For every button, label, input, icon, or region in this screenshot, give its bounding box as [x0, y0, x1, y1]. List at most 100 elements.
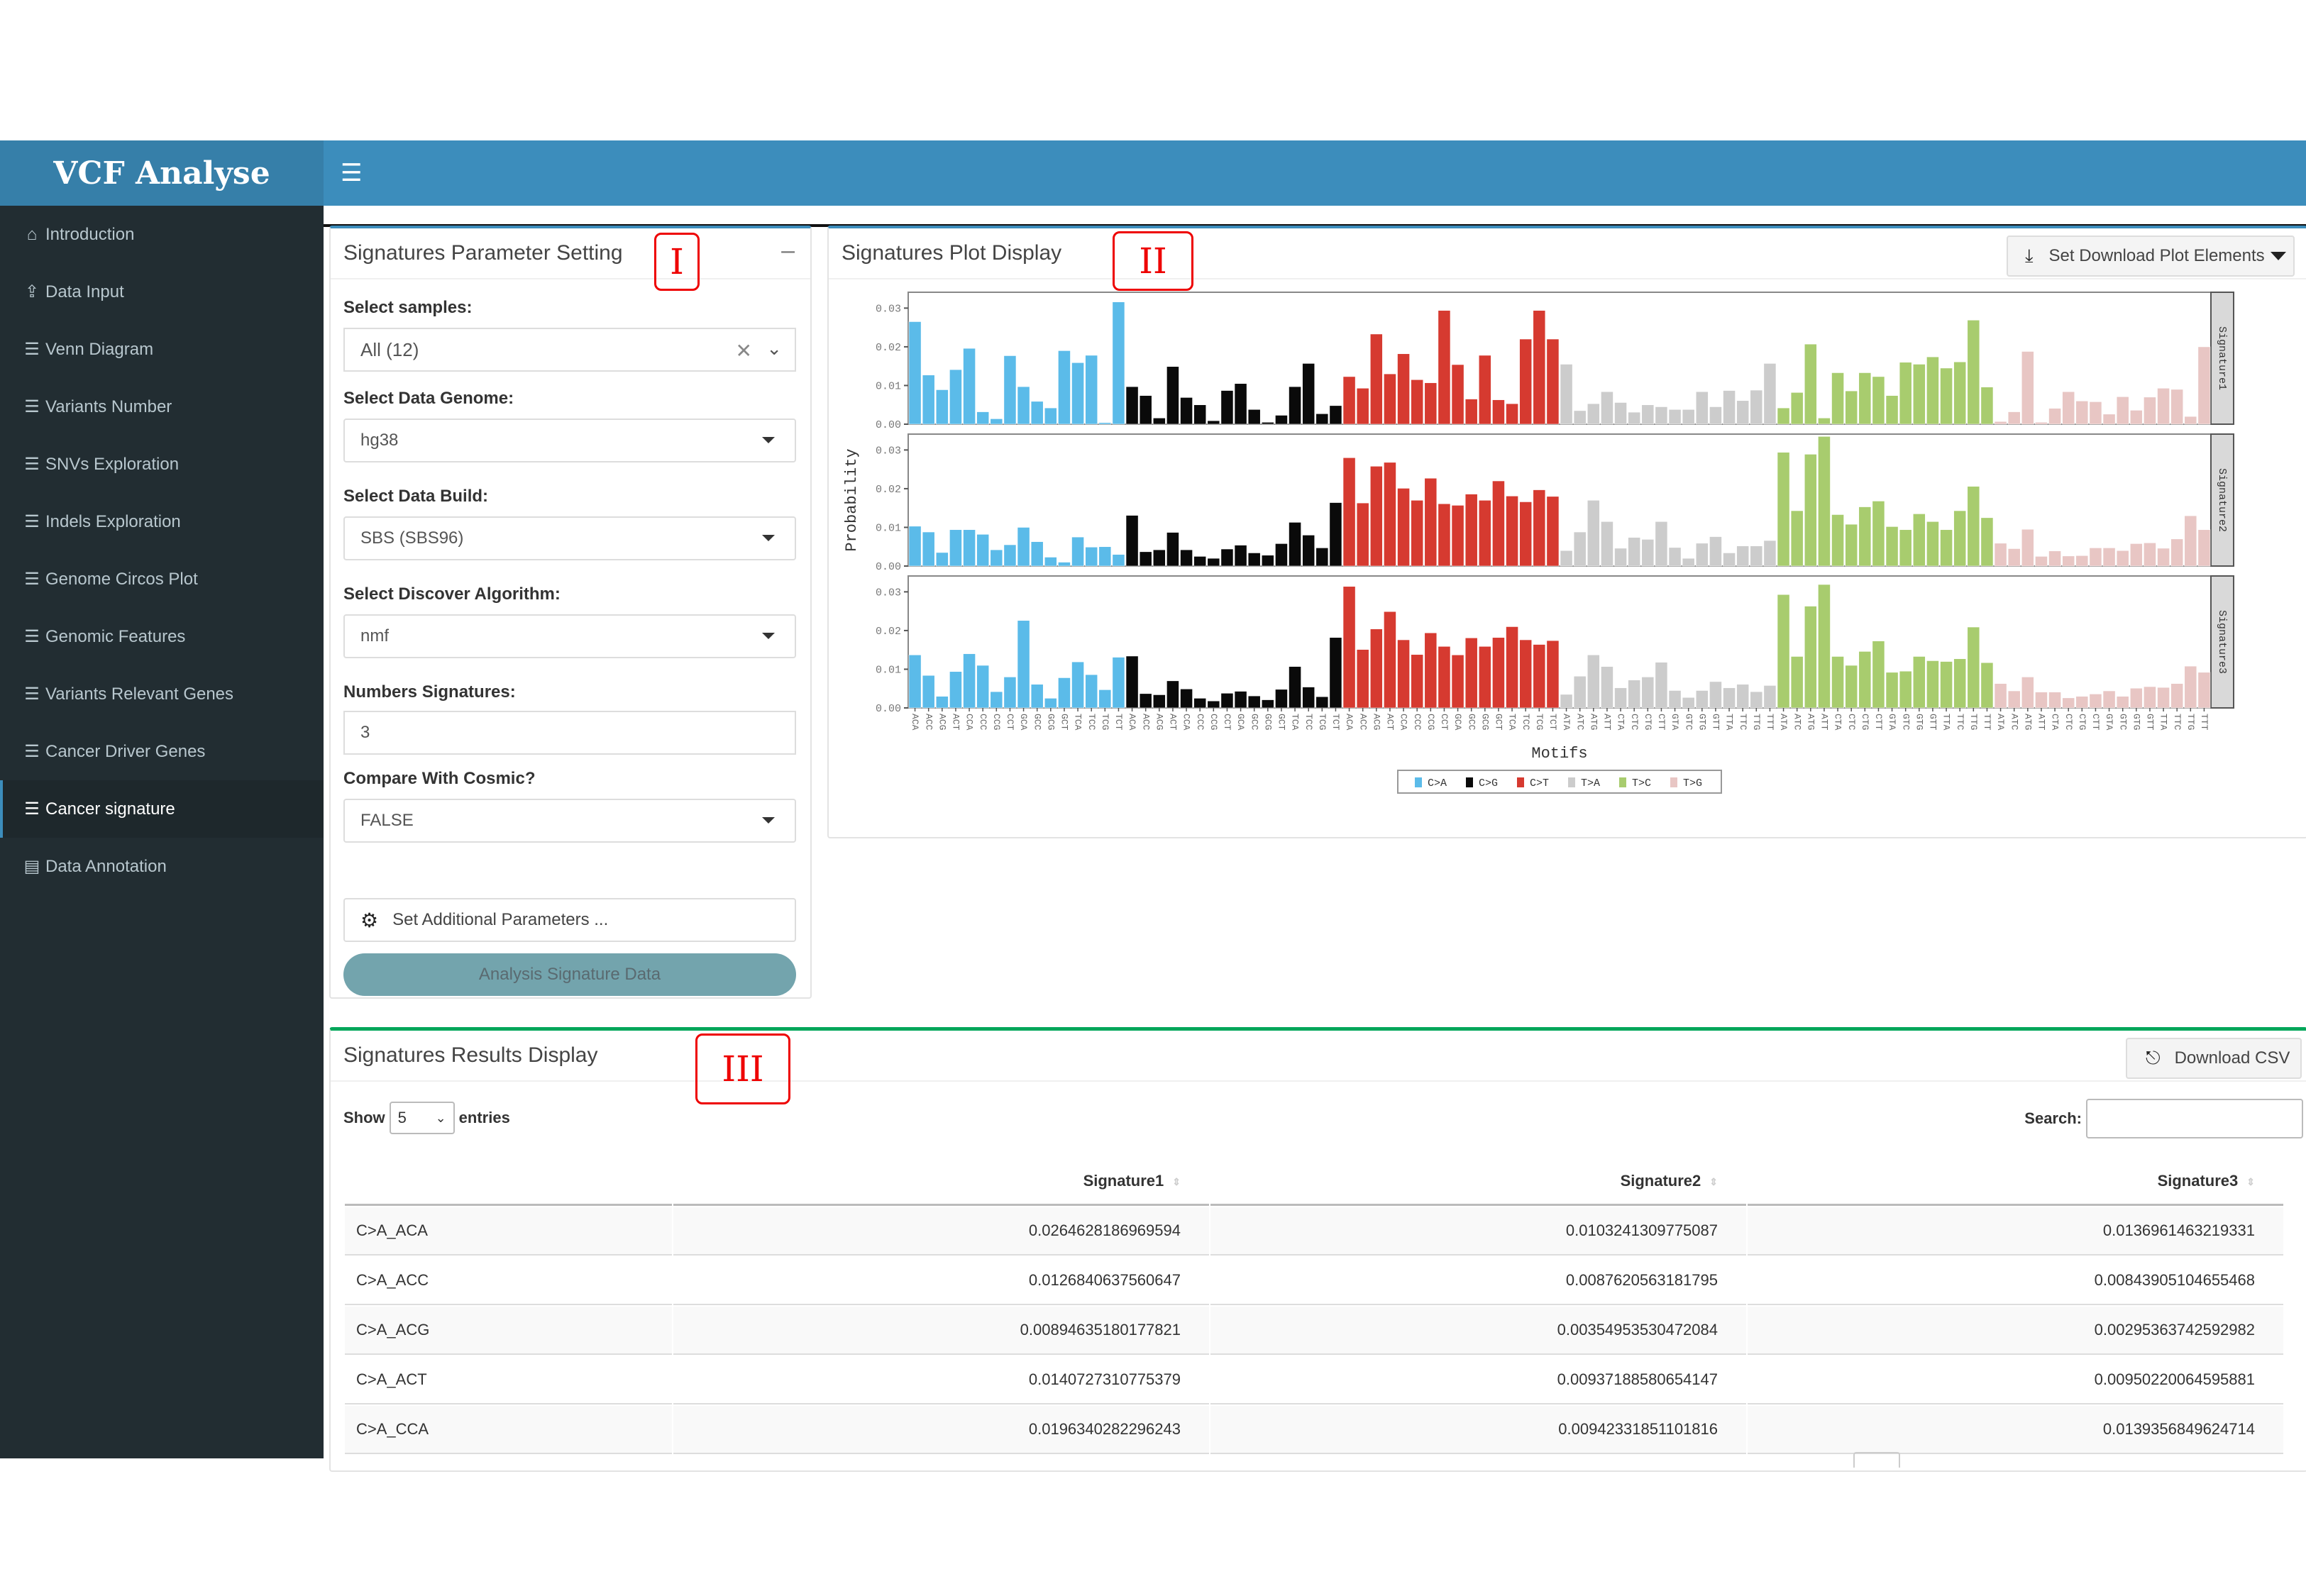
- table-row[interactable]: C>A_ACC 0.0126840637560647 0.0087620563181…: [345, 1257, 2283, 1305]
- sidebar-item-data-annotation[interactable]: ▤ Data Annotation: [0, 838, 324, 895]
- bar-signature3-36: [1397, 639, 1410, 709]
- cell-value: 0.0196340282296243: [673, 1406, 1209, 1454]
- sidebar-item-genome-circos-plot[interactable]: ☰ Genome Circos Plot: [0, 550, 324, 608]
- bar-signature2-87: [2089, 548, 2102, 567]
- build-select[interactable]: SBS (SBS96): [343, 516, 796, 560]
- column-header-signature2[interactable]: Signature2 ⇕: [1210, 1158, 1746, 1206]
- bar-signature3-39: [1438, 645, 1451, 709]
- samples-select[interactable]: All (12) ✕ ⌄: [343, 328, 796, 372]
- bar-signature3-60: [1723, 687, 1736, 709]
- sidebar-toggle-icon[interactable]: ☰: [341, 159, 362, 187]
- sidebar-item-variants-relevant-genes[interactable]: ☰ Variants Relevant Genes: [0, 665, 324, 723]
- pagination-button[interactable]: [1853, 1452, 1900, 1468]
- algorithm-select[interactable]: nmf: [343, 614, 796, 658]
- bar-signature3-55: [1655, 662, 1668, 709]
- bar-signature2-0: [908, 526, 922, 567]
- app-logo[interactable]: VCF Analyse: [0, 140, 324, 206]
- table-row[interactable]: C>A_CCA 0.0196340282296243 0.0094233185110…: [345, 1406, 2283, 1454]
- table-row[interactable]: C>A_ACA 0.0264628186969594 0.0103241309775…: [345, 1207, 2283, 1256]
- genome-select[interactable]: hg38: [343, 419, 796, 462]
- x-tick-label: GTT: [2145, 714, 2156, 731]
- sidebar-item-genomic-features[interactable]: ☰ Genomic Features: [0, 608, 324, 665]
- chevron-down-icon: ⌄: [435, 1110, 446, 1125]
- sidebar-item-indels-exploration[interactable]: ☰ Indels Exploration: [0, 493, 324, 550]
- table-row[interactable]: C>A_ACG 0.00894635180177821 0.003549535304…: [345, 1307, 2283, 1355]
- bar-signature1-55: [1655, 406, 1668, 425]
- search-input[interactable]: [2086, 1099, 2303, 1138]
- bar-signature3-87: [2089, 694, 2102, 709]
- bar-signature1-52: [1614, 402, 1627, 425]
- bar-signature3-6: [990, 691, 1003, 709]
- x-tick-label: GCG: [1045, 714, 1056, 730]
- download-csv-button[interactable]: ⎋ Download CSV: [2126, 1038, 2302, 1079]
- numsig-input[interactable]: 3: [343, 711, 796, 755]
- x-tick-label: CTT: [1656, 714, 1667, 731]
- legend-swatch-0: [1415, 777, 1422, 787]
- sidebar-item-variants-number[interactable]: ☰ Variants Number: [0, 378, 324, 436]
- bar-signature2-17: [1139, 551, 1152, 567]
- bar-signature3-57: [1682, 697, 1695, 709]
- bar-signature2-36: [1397, 488, 1410, 567]
- bar-signature1-73: [1899, 362, 1912, 425]
- bar-signature2-78: [1967, 486, 1980, 567]
- facet-label: Signature2: [2216, 468, 2228, 532]
- x-tick-label: CTG: [2077, 714, 2087, 730]
- sidebar-item-data-input[interactable]: ⇪ Data Input: [0, 263, 324, 321]
- caret-down-icon: [762, 817, 775, 824]
- download-plot-button[interactable]: ⤓ Set Download Plot Elements: [2007, 235, 2295, 277]
- bar-signature1-94: [2184, 416, 2197, 425]
- panel-frame: [907, 433, 2212, 567]
- bar-signature1-7: [1003, 355, 1017, 425]
- bar-signature3-86: [2075, 696, 2089, 709]
- x-tick-label: ACT: [951, 714, 961, 731]
- sidebar-item-snvs-exploration[interactable]: ☰ SNVs Exploration: [0, 436, 324, 493]
- bar-signature1-33: [1356, 387, 1369, 425]
- bar-signature1-51: [1601, 391, 1613, 425]
- x-tick-label: TTT: [1765, 714, 1775, 731]
- bar-signature1-83: [2035, 421, 2048, 425]
- clear-icon[interactable]: ✕: [736, 339, 752, 362]
- table-row[interactable]: C>A_ACT 0.0140727310775379 0.0093718858065…: [345, 1356, 2283, 1404]
- bar-signature1-65: [1790, 392, 1804, 425]
- bar-signature1-36: [1397, 353, 1410, 425]
- signature-chart: Probability Signature1 0.00 0.01 0.02 0.03 Sig…: [843, 292, 2234, 794]
- app-root: VCF Analyse ☰ ⌂ Introduction ⇪ Data Input ☰ V…: [0, 140, 2306, 1472]
- x-tick-label: GCT: [1494, 714, 1504, 731]
- sidebar-item-introduction[interactable]: ⌂ Introduction: [0, 206, 324, 263]
- column-header-motif[interactable]: [345, 1158, 672, 1206]
- page-length-select[interactable]: 5 ⌄: [389, 1102, 455, 1134]
- cosmic-select[interactable]: FALSE: [343, 799, 796, 843]
- analysis-signature-button[interactable]: Analysis Signature Data: [343, 953, 796, 996]
- sidebar-item-venn-diagram[interactable]: ☰ Venn Diagram: [0, 321, 324, 378]
- bar-signature3-24: [1234, 691, 1247, 709]
- sidebar-item-cancer-signature[interactable]: ☰ Cancer signature: [0, 780, 324, 838]
- chevron-down-icon[interactable]: ⌄: [766, 338, 782, 360]
- legend-swatch-2: [1517, 777, 1524, 787]
- plot-box-title: Signatures Plot Display: [842, 241, 1062, 265]
- numsig-label: Numbers Signatures:: [343, 682, 516, 702]
- upload-icon: ⇪: [24, 282, 40, 301]
- bar-signature2-77: [1953, 510, 1967, 567]
- column-header-signature1[interactable]: Signature1 ⇕: [673, 1158, 1209, 1206]
- cell-value: 0.0126840637560647: [673, 1257, 1209, 1305]
- bar-signature3-61: [1736, 684, 1750, 709]
- additional-parameters-button[interactable]: ⚙ Set Additional Parameters ...: [343, 898, 796, 942]
- bar-signature1-34: [1369, 333, 1383, 425]
- search-control: Search:: [2024, 1099, 2303, 1138]
- bar-signature3-71: [1872, 641, 1885, 709]
- sidebar-item-cancer-driver-genes[interactable]: ☰ Cancer Driver Genes: [0, 723, 324, 780]
- bar-signature3-33: [1356, 649, 1369, 709]
- x-tick-label: TCC: [1521, 714, 1531, 731]
- bar-signature1-1: [922, 375, 935, 425]
- bar-signature3-43: [1492, 637, 1505, 709]
- section-marker-i: I: [654, 233, 700, 291]
- x-tick-label: GTA: [1887, 714, 1897, 731]
- column-header-signature3[interactable]: Signature3 ⇕: [1748, 1158, 2283, 1206]
- bar-signature1-13: [1085, 355, 1098, 425]
- collapse-icon[interactable]: –: [781, 237, 795, 265]
- bar-signature3-31: [1329, 637, 1342, 709]
- x-tick-label: ACG: [1371, 714, 1381, 730]
- x-tick-label: CCA: [1399, 714, 1409, 731]
- x-tick-label: ATG: [2022, 714, 2033, 730]
- x-tick-label: GCG: [1262, 714, 1273, 730]
